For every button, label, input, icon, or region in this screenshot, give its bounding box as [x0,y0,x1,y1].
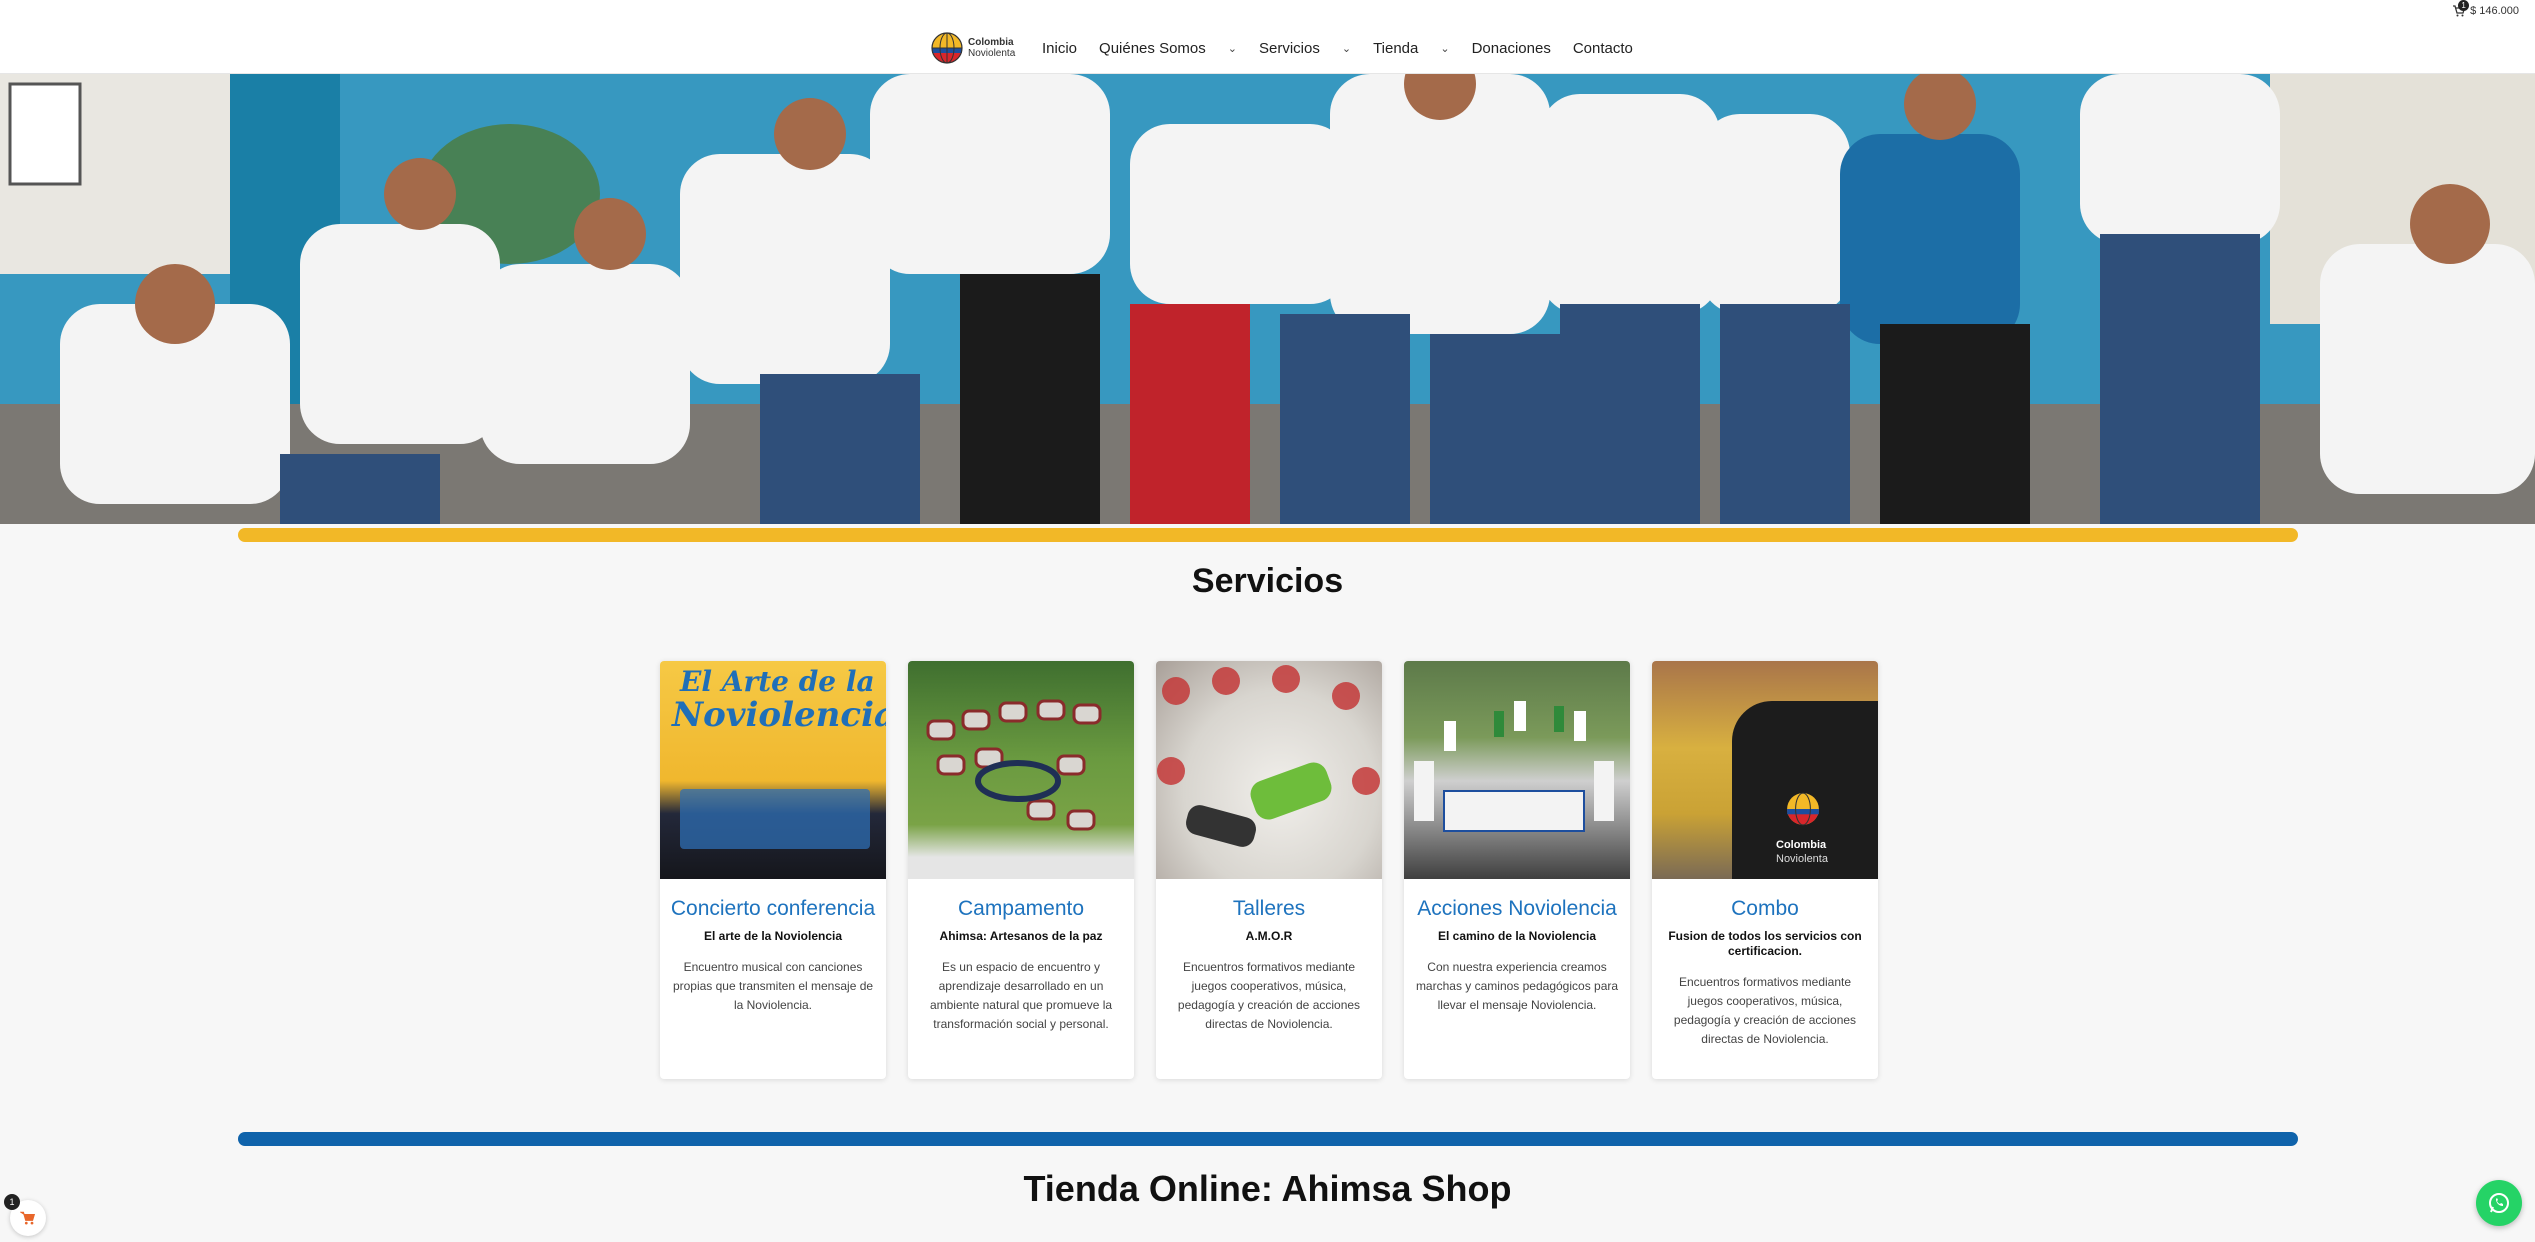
march-illustration [1414,701,1614,832]
vest-logo-text-1: Colombia [1776,839,1827,851]
logo-line1: Colombia [968,37,1014,48]
nav-label: Donaciones [1471,39,1551,57]
stage-band [680,789,870,849]
globe-logo-icon [931,32,963,64]
card-body: Acciones Noviolencia El camino de la Nov… [1404,879,1630,1015]
nav-label: Contacto [1572,39,1633,57]
card-subtitle: A.M.O.R [1245,929,1293,943]
globe-logo-icon [1787,792,1819,826]
header-cart[interactable]: 1 $ 146.000 [2452,0,2519,18]
card-image [908,661,1134,879]
main-nav: Colombia Noviolenta Inicio Quiénes Somos… [930,28,1655,68]
nav-donaciones[interactable]: Donaciones [1472,40,1551,57]
blue-divider-bar [238,1132,2298,1146]
whatsapp-icon [2489,1193,2509,1213]
nav-label: Quiénes Somos [1099,39,1206,57]
logo-text: Colombia Noviolenta [968,37,1015,59]
cart-count-badge: 1 [2458,0,2470,11]
service-card-acciones[interactable]: Acciones Noviolencia El camino de la Nov… [1404,661,1630,1079]
floating-cart-badge: 1 [4,1194,20,1210]
service-card-campamento[interactable]: Campamento Ahimsa: Artesanos de la paz E… [908,661,1134,1079]
nav-label: Inicio [1042,39,1078,57]
card-subtitle: El camino de la Noviolencia [1437,929,1597,943]
logo-line2: Noviolenta [968,48,1016,59]
nav-tienda[interactable]: Tienda ⌄ [1373,40,1450,57]
card-body: Combo Fusion de todos los servicios con … [1652,879,1878,1049]
hero-photo-illustration [0,74,2535,524]
card-description: Encuentros formativos mediante juegos co… [1673,975,1857,1046]
card-description: Es un espacio de encuentro y aprendizaje… [929,960,1113,1031]
cart-icon: 1 [2452,0,2470,18]
chevron-down-icon[interactable]: ⌄ [1440,42,1449,55]
card-title[interactable]: Campamento [918,897,1124,921]
nav-contacto[interactable]: Contacto [1573,40,1633,57]
card-description: Encuentro musical con canciones propias … [672,960,874,1012]
service-card-talleres[interactable]: Talleres A.M.O.R Encuentros formativos m… [1156,661,1382,1079]
service-card-combo[interactable]: Colombia Noviolenta Combo Fusion de todo… [1652,661,1878,1079]
chevron-down-icon[interactable]: ⌄ [1342,42,1351,55]
cart-icon [20,1211,36,1225]
nav-quienes-somos[interactable]: Quiénes Somos ⌄ [1099,40,1237,57]
card-image-title-2: Noviolencia [672,695,886,735]
card-image [1404,661,1630,879]
floating-cart-button[interactable]: 1 [4,1194,46,1236]
yellow-divider-bar [238,528,2298,542]
service-cards: El Arte de la Noviolencia Concierto conf… [660,661,1878,1079]
card-image: El Arte de la Noviolencia [660,661,886,879]
card-title[interactable]: Acciones Noviolencia [1414,897,1620,921]
service-card-concierto[interactable]: El Arte de la Noviolencia Concierto conf… [660,661,886,1079]
card-title[interactable]: Talleres [1166,897,1372,921]
card-description: Con nuestra experiencia creamos marchas … [1415,960,1619,1012]
campsite-illustration [926,699,1102,831]
card-body: Talleres A.M.O.R Encuentros formativos m… [1156,879,1382,1034]
site-logo[interactable]: Colombia Noviolenta [930,28,1022,68]
servicios-heading: Servicios [1191,562,1344,600]
card-title[interactable]: Combo [1662,897,1868,921]
site-header: Colombia Noviolenta Inicio Quiénes Somos… [0,0,2535,74]
nav-label: Tienda [1373,39,1419,57]
card-body: Campamento Ahimsa: Artesanos de la paz E… [908,879,1134,1034]
vest-logo-text-2: Noviolenta [1776,853,1828,865]
card-subtitle: Ahimsa: Artesanos de la paz [939,929,1103,943]
card-image-title-1: El Arte de la [680,665,875,698]
chevron-down-icon[interactable]: ⌄ [1228,42,1237,55]
nav-label: Servicios [1258,39,1320,57]
card-subtitle: Fusion de todos los servicios con certif… [1668,929,1862,958]
card-body: Concierto conferencia El arte de la Novi… [660,879,886,1015]
card-subtitle: El arte de la Noviolencia [703,929,843,943]
card-image: Colombia Noviolenta [1652,661,1878,879]
card-description: Encuentros formativos mediante juegos co… [1177,960,1361,1031]
nav-inicio[interactable]: Inicio [1042,40,1077,57]
card-title[interactable]: Concierto conferencia [670,897,876,921]
card-image [1156,661,1382,879]
nav-servicios[interactable]: Servicios ⌄ [1259,40,1351,57]
hero-image [0,74,2535,524]
whatsapp-button[interactable] [2476,1180,2522,1226]
workshop-illustration [1157,665,1380,847]
tienda-heading: Tienda Online: Ahimsa Shop [1023,1168,1512,1209]
cart-total: $ 146.000 [2470,5,2519,17]
